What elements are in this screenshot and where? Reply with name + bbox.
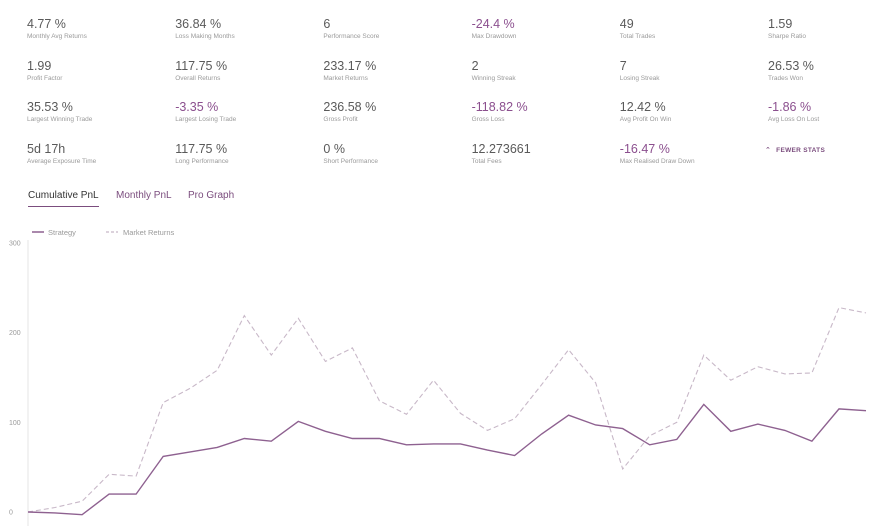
- legend-strategy-label: Strategy: [48, 228, 76, 237]
- stat-label: Long Performance: [175, 157, 229, 165]
- stat-total-trades: 49 Total Trades: [620, 17, 760, 41]
- fewer-stats-label: FEWER STATS: [776, 147, 826, 154]
- series-strategy-line: [27, 403, 867, 516]
- stat-avg-loss-on-lost: -1.86 % Avg Loss On Lost: [768, 100, 880, 124]
- stat-gross-loss: -118.82 % Gross Loss: [472, 100, 612, 124]
- stat-label: Max Drawdown: [471, 33, 517, 40]
- stat-label: Loss Making Months: [175, 33, 235, 40]
- stat-label: Gross Loss: [471, 116, 505, 123]
- stat-label: Trades Won: [768, 74, 804, 82]
- y-tick-label: 0: [9, 510, 13, 517]
- stat-average-exposure-time: 5d 17h Average Exposure Time: [27, 142, 167, 166]
- y-tick-label: 300: [9, 241, 21, 248]
- stat-loss-making-months: 36.84 % Loss Making Months: [175, 17, 315, 41]
- stat-value: 49: [619, 17, 634, 31]
- stat-label: Winning Streak: [471, 74, 516, 82]
- tab-monthly-pnl[interactable]: Monthly PnL: [116, 190, 172, 201]
- stat-value: -118.82 %: [471, 100, 528, 114]
- stat-monthly-avg-returns: 4.77 % Monthly Avg Returns: [27, 17, 167, 41]
- stat-short-performance: 0 % Short Performance: [323, 142, 463, 166]
- stat-long-performance: 117.75 % Long Performance: [175, 142, 315, 166]
- stat-profit-factor: 1.99 Profit Factor: [27, 59, 167, 83]
- stat-trades-won: 26.53 % Trades Won: [768, 59, 880, 83]
- y-tick-label: 200: [9, 330, 21, 337]
- stat-value: 6: [323, 17, 331, 31]
- stat-value: -3.35 %: [175, 100, 219, 114]
- stat-label: Largest Losing Trade: [175, 116, 237, 123]
- y-axis: 0 100 200 300: [9, 241, 21, 517]
- stat-label: Performance Score: [323, 33, 380, 40]
- stat-value: 35.53 %: [27, 100, 73, 114]
- fewer-stats-button[interactable]: ⌃ FEWER STATS: [765, 146, 825, 154]
- stat-label: Max Realised Draw Down: [619, 157, 695, 165]
- stat-largest-winning-trade: 35.53 % Largest Winning Trade: [27, 100, 167, 124]
- stat-overall-returns: 117.75 % Overall Returns: [175, 59, 315, 83]
- cumulative-pnl-chart: Strategy Market Returns 0 100 200 300: [9, 228, 867, 526]
- stat-max-realised-draw-down: -16.47 % Max Realised Draw Down: [620, 142, 760, 166]
- stat-label: Total Fees: [471, 157, 502, 165]
- stat-label: Gross Profit: [323, 116, 358, 123]
- stat-value: 12.273661: [471, 141, 531, 156]
- stat-label: Market Returns: [323, 74, 368, 82]
- stat-label: Overall Returns: [175, 74, 221, 82]
- stat-total-fees: 12.273661 Total Fees: [472, 142, 612, 166]
- stat-performance-score: 6 Performance Score: [323, 17, 463, 41]
- stat-label: Largest Winning Trade: [27, 116, 93, 123]
- stat-value: 236.58 %: [323, 100, 377, 114]
- stat-value: 2: [471, 58, 479, 73]
- stat-label: Avg Loss On Lost: [768, 116, 820, 123]
- legend: Strategy Market Returns: [32, 228, 175, 237]
- stat-value: 26.53 %: [768, 58, 814, 73]
- stat-value: 4.77 %: [27, 17, 66, 31]
- stat-label: Profit Factor: [27, 74, 63, 82]
- stat-max-drawdown: -24.4 % Max Drawdown: [472, 17, 612, 41]
- stat-label: Total Trades: [619, 33, 656, 40]
- stat-value: -1.86 %: [768, 100, 812, 114]
- stat-value: 117.75 %: [175, 141, 228, 156]
- stat-largest-losing-trade: -3.35 % Largest Losing Trade: [175, 100, 315, 124]
- stat-label: Average Exposure Time: [27, 157, 97, 165]
- stats-panel: 4.77 % Monthly Avg Returns 36.84 % Loss Mak…: [0, 0, 880, 170]
- stat-label: Avg Profit On Win: [619, 116, 672, 123]
- series-market-returns-line: [27, 306, 867, 513]
- stat-value: 7: [619, 58, 627, 73]
- chevron-up-icon: ⌃: [765, 147, 772, 154]
- stat-avg-profit-on-win: 12.42 % Avg Profit On Win: [620, 100, 760, 124]
- stat-sharpe-ratio: 1.59 Sharpe Ratio: [768, 17, 880, 41]
- stat-value: 36.84 %: [175, 17, 222, 31]
- stat-value: -24.4 %: [471, 17, 515, 31]
- stat-value: 117.75 %: [175, 58, 228, 73]
- stat-value: 1.59: [768, 17, 793, 31]
- stat-label: Short Performance: [323, 157, 378, 165]
- stat-value: 233.17 %: [323, 58, 377, 73]
- stat-market-returns: 233.17 % Market Returns: [323, 59, 463, 83]
- y-tick-label: 100: [9, 420, 21, 427]
- stat-value: 12.42 %: [619, 100, 666, 114]
- stat-value: 0 %: [323, 141, 345, 156]
- stat-label: Sharpe Ratio: [768, 33, 806, 40]
- tab-cumulative-pnl[interactable]: Cumulative PnL: [28, 190, 99, 207]
- stat-value: 5d 17h: [27, 141, 66, 156]
- stat-winning-streak: 2 Winning Streak: [472, 59, 612, 83]
- stat-label: Losing Streak: [619, 74, 660, 82]
- stat-gross-profit: 236.58 % Gross Profit: [323, 100, 463, 124]
- stat-label: Monthly Avg Returns: [27, 33, 87, 40]
- stat-losing-streak: 7 Losing Streak: [620, 59, 760, 83]
- stat-value: 1.99: [27, 58, 52, 73]
- stat-value: -16.47 %: [619, 141, 670, 156]
- tab-pro-graph[interactable]: Pro Graph: [188, 190, 234, 201]
- legend-market-label: Market Returns: [123, 228, 175, 237]
